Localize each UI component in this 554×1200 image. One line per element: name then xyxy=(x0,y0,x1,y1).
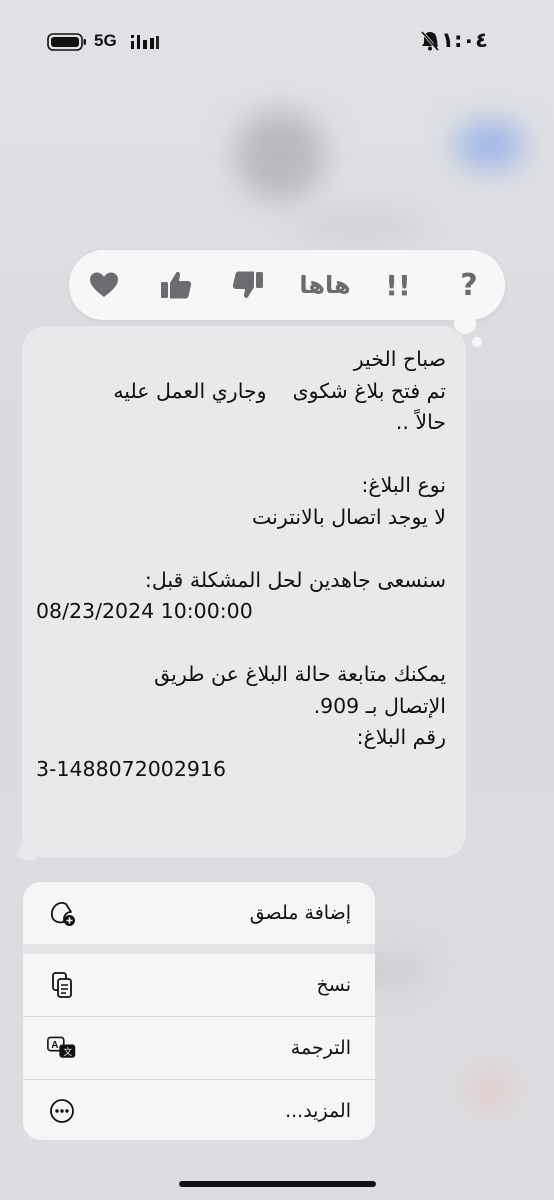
message-line-datetime: 08/23/2024 10:00:00 xyxy=(36,599,253,623)
message-line: رقم البلاغ: xyxy=(356,725,446,749)
message-line: تم فتح بلاغ شكوى وجاري العمل عليه xyxy=(113,378,446,403)
message-line-ticket-number: 3-1488072002916 xyxy=(36,756,226,781)
reaction-bar: هاها !! ? xyxy=(69,250,505,320)
message-line: لا يوجد اتصال بالانترنت xyxy=(252,504,446,529)
status-bar: 5G ١١:٠٤ xyxy=(0,0,554,84)
menu-item-label: المزيد... xyxy=(285,1100,351,1122)
copy-icon xyxy=(52,972,72,998)
blurred-badge xyxy=(455,120,525,170)
status-time: ١١:٠٤ xyxy=(428,28,488,52)
blurred-content xyxy=(470,1070,510,1110)
network-type-label: 5G xyxy=(94,31,117,50)
thumbs-down-icon xyxy=(232,271,263,299)
reaction-exclamation[interactable]: !! xyxy=(375,262,421,308)
message-line: الإتصال بـ 909. xyxy=(313,693,446,718)
menu-item-label: الترجمة xyxy=(290,1037,351,1059)
menu-section-divider xyxy=(23,944,375,954)
svg-text:A: A xyxy=(51,1040,58,1051)
menu-item-translate[interactable]: A 文 الترجمة xyxy=(23,1017,375,1079)
question-label: ? xyxy=(460,267,478,303)
message-line: سنسعى جاهدين لحل المشكلة قبل: xyxy=(144,567,446,592)
menu-item-label: نسخ xyxy=(316,974,351,996)
exclamation-label: !! xyxy=(385,268,411,302)
menu-item-add-sticker[interactable]: إضافة ملصق xyxy=(23,882,375,944)
reaction-question[interactable]: ? xyxy=(446,262,492,308)
menu-item-more[interactable]: المزيد... xyxy=(23,1080,375,1140)
context-menu: إضافة ملصق نسخ A 文 الترجمة المزيد... xyxy=(23,882,375,1140)
home-indicator[interactable] xyxy=(179,1181,376,1187)
signal-icon xyxy=(131,35,159,49)
heart-icon xyxy=(90,272,118,297)
haha-label: هاها xyxy=(299,271,351,299)
message-line xyxy=(36,439,446,471)
message-bubble[interactable]: صباح الخير تم فتح بلاغ شكوى وجاري العمل … xyxy=(22,326,466,858)
battery-icon xyxy=(47,33,86,51)
message-line: صباح الخير xyxy=(353,347,446,371)
add-sticker-icon xyxy=(50,902,75,926)
reaction-heart[interactable] xyxy=(81,262,127,308)
more-icon xyxy=(50,1099,74,1123)
blurred-header xyxy=(300,215,420,239)
translate-icon: A 文 xyxy=(47,1036,76,1058)
message-line: يمكنك متابعة حالة البلاغ عن طريق xyxy=(154,662,446,686)
reaction-haha[interactable]: هاها xyxy=(297,262,353,308)
menu-item-label: إضافة ملصق xyxy=(249,902,351,924)
svg-text:文: 文 xyxy=(63,1046,72,1058)
message-line: حالاً .. xyxy=(395,410,446,434)
menu-item-copy[interactable]: نسخ xyxy=(23,954,375,1016)
message-line xyxy=(36,533,446,565)
reaction-thumbs-down[interactable] xyxy=(225,262,271,308)
blurred-avatar xyxy=(235,110,325,200)
message-line: نوع البلاغ: xyxy=(361,473,446,497)
message-text: صباح الخير تم فتح بلاغ شكوى وجاري العمل … xyxy=(36,344,446,785)
reaction-thumbs-up[interactable] xyxy=(153,262,199,308)
thumbs-up-icon xyxy=(161,271,192,299)
message-line xyxy=(36,628,446,660)
reaction-bar-tail xyxy=(472,337,482,347)
